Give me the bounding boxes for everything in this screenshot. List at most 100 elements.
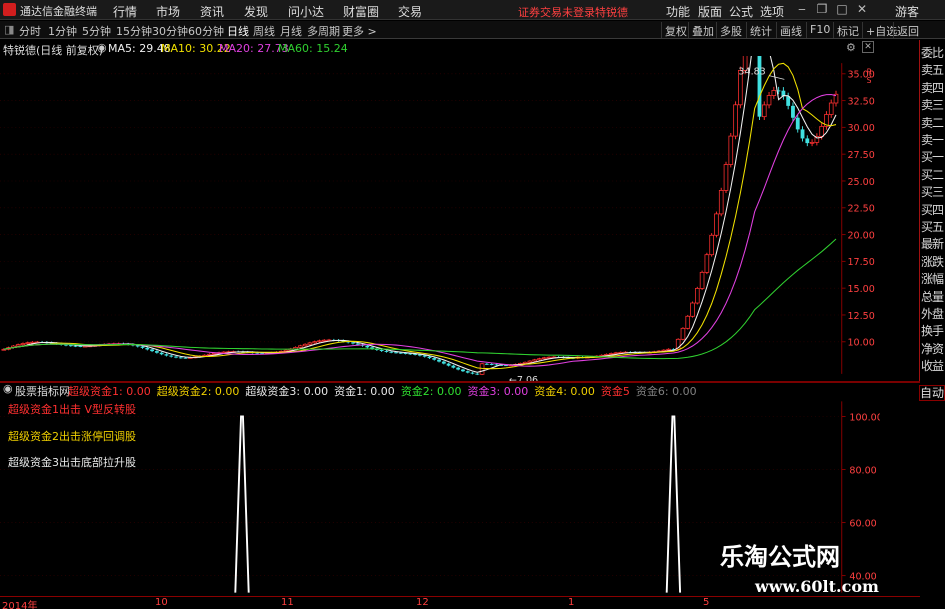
side-label-17[interactable]: 换手 bbox=[921, 322, 945, 340]
candle-body bbox=[20, 343, 26, 346]
login-warning[interactable]: 证券交易未登录 bbox=[518, 4, 595, 20]
period-fenshi[interactable]: 分时 bbox=[19, 23, 41, 39]
ma-settings-icon[interactable]: ◉ bbox=[97, 41, 107, 54]
side-label-11[interactable]: 买五 bbox=[921, 218, 945, 236]
side-label-4[interactable]: 卖三 bbox=[921, 96, 945, 114]
sidebar-toggle-icon[interactable]: ◨ bbox=[4, 23, 14, 36]
period-1min[interactable]: 1分钟 bbox=[48, 23, 77, 39]
tool-diejia[interactable]: 叠加 bbox=[688, 22, 717, 38]
period-15min[interactable]: 15分钟 bbox=[116, 23, 152, 39]
period-monthly[interactable]: 月线 bbox=[280, 23, 302, 39]
ma60-label: MA60: 15.24 bbox=[278, 42, 348, 55]
menu-shichang[interactable]: 市场 bbox=[156, 3, 180, 20]
period-multi[interactable]: 多周期 bbox=[307, 23, 340, 39]
candle-body bbox=[733, 104, 738, 137]
period-daily[interactable]: 日线 bbox=[227, 23, 249, 39]
title-bar: 通达信金融终端 行情 市场 资讯 发现 问小达 财富圈 交易 证券交易未登录 特… bbox=[0, 0, 945, 20]
candle-body bbox=[456, 367, 461, 370]
candle-body bbox=[422, 355, 427, 357]
main-chart-infobar: 特锐德(日线 前复权) ◉ MA5: 29.48 MA10: 30.22 MA2… bbox=[0, 40, 880, 57]
indicator-settings-icon[interactable]: ◉ bbox=[3, 382, 13, 395]
candle-body bbox=[699, 271, 705, 289]
chart-setting-icon[interactable]: ⚙ bbox=[846, 41, 856, 54]
xaxis-label-2014: 2014年 bbox=[2, 601, 38, 609]
period-30min[interactable]: 30分钟 bbox=[152, 23, 188, 39]
ma20-line bbox=[3, 94, 837, 367]
auto-scale-button[interactable]: 自动 bbox=[919, 385, 945, 401]
price-tick-label: 27.50 bbox=[847, 150, 874, 161]
candle-body bbox=[718, 190, 724, 215]
candle-body bbox=[384, 350, 389, 352]
period-more[interactable]: 更多 > bbox=[342, 23, 377, 39]
candle-body bbox=[317, 340, 322, 343]
tool-fuquan[interactable]: 复权 bbox=[661, 22, 690, 38]
candle-body bbox=[766, 95, 772, 106]
side-label-13[interactable]: 涨跌 bbox=[921, 253, 945, 271]
side-label-14[interactable]: 涨幅 bbox=[921, 270, 945, 288]
candle-body bbox=[479, 363, 485, 375]
maximize-icon[interactable]: □ bbox=[835, 2, 849, 16]
menu-caifuquan[interactable]: 财富圈 bbox=[343, 3, 379, 20]
side-label-12[interactable]: 最新 bbox=[921, 235, 945, 253]
menu-hangqing[interactable]: 行情 bbox=[113, 3, 137, 20]
menu-zixun[interactable]: 资讯 bbox=[200, 3, 224, 20]
side-label-10[interactable]: 买四 bbox=[921, 201, 945, 219]
tool-fanhui[interactable]: 返回 bbox=[893, 22, 922, 38]
candle-body bbox=[154, 351, 159, 353]
menu-wenxiaoda[interactable]: 问小达 bbox=[288, 3, 324, 20]
side-label-1[interactable]: 委比 bbox=[921, 44, 945, 62]
chart-close-icon[interactable]: ✕ bbox=[862, 41, 874, 53]
candle-body bbox=[465, 371, 470, 373]
candle-body bbox=[800, 129, 805, 139]
menu-gongneng[interactable]: 功能 bbox=[666, 3, 690, 20]
menu-xuanxiang[interactable]: 选项 bbox=[760, 3, 784, 20]
app-name: 通达信金融终端 bbox=[20, 5, 97, 18]
candle-body bbox=[365, 345, 370, 348]
candle-body bbox=[484, 363, 489, 365]
side-label-15[interactable]: 总量 bbox=[921, 288, 945, 306]
tool-biaoji[interactable]: 标记 bbox=[833, 22, 862, 38]
side-label-16[interactable]: 外盘 bbox=[921, 305, 945, 323]
kline-chart[interactable]: 35.0032.5030.0027.5025.0022.5020.0017.50… bbox=[0, 56, 880, 381]
side-label-5[interactable]: 卖二 bbox=[921, 114, 945, 132]
tool-tongji[interactable]: 统计 bbox=[746, 22, 775, 38]
tool-f10[interactable]: F10 bbox=[806, 22, 833, 38]
side-label-6[interactable]: 卖一 bbox=[921, 131, 945, 149]
side-label-19[interactable]: 收益 bbox=[921, 357, 945, 375]
side-label-7[interactable]: 买一 bbox=[921, 148, 945, 166]
side-label-3[interactable]: 卖四 bbox=[921, 79, 945, 97]
price-tick-label: 30.00 bbox=[847, 123, 874, 134]
candle-body bbox=[791, 105, 795, 118]
corner-mark: R bbox=[867, 68, 873, 77]
ma60-line bbox=[3, 238, 837, 360]
tool-duogu[interactable]: 多股 bbox=[716, 22, 745, 38]
price-tick-label: 22.50 bbox=[847, 204, 874, 215]
side-label-2[interactable]: 卖五 bbox=[921, 61, 945, 79]
period-5min[interactable]: 5分钟 bbox=[82, 23, 111, 39]
menu-gongshi[interactable]: 公式 bbox=[729, 3, 753, 20]
tool-huaxian[interactable]: 画线 bbox=[776, 22, 805, 38]
candle-body bbox=[685, 315, 691, 329]
side-label-18[interactable]: 净资 bbox=[921, 340, 945, 358]
side-label-9[interactable]: 买三 bbox=[921, 183, 945, 201]
user-guest[interactable]: 游客 bbox=[895, 3, 919, 20]
menu-faxian[interactable]: 发现 bbox=[244, 3, 268, 20]
restore-icon[interactable]: ❐ bbox=[815, 2, 829, 16]
candle-body bbox=[389, 351, 394, 353]
ma5-line bbox=[3, 56, 837, 373]
xaxis-label-11: 11 bbox=[281, 597, 294, 608]
period-toolbar: ◨ 分时 1分钟 5分钟 15分钟 30分钟 60分钟 日线 周线 月线 多周期… bbox=[0, 21, 945, 39]
menu-banmian[interactable]: 版面 bbox=[698, 3, 722, 20]
candle-body bbox=[522, 361, 528, 364]
candle-body bbox=[451, 365, 456, 368]
side-label-8[interactable]: 买二 bbox=[921, 166, 945, 184]
minimize-icon[interactable]: ‒ bbox=[795, 2, 809, 16]
candle-body bbox=[828, 102, 834, 115]
period-weekly[interactable]: 周线 bbox=[253, 23, 275, 39]
candle-body bbox=[379, 349, 384, 351]
close-icon[interactable]: ✕ bbox=[855, 2, 869, 16]
ma10-line bbox=[3, 62, 837, 370]
indicator-infobar: ◉ 股票指标网 超级资金1: 0.00 超级资金2: 0.00 超级资金3: 0.0… bbox=[0, 382, 880, 398]
menu-jiaoyi[interactable]: 交易 bbox=[398, 3, 422, 20]
period-60min[interactable]: 60分钟 bbox=[188, 23, 224, 39]
